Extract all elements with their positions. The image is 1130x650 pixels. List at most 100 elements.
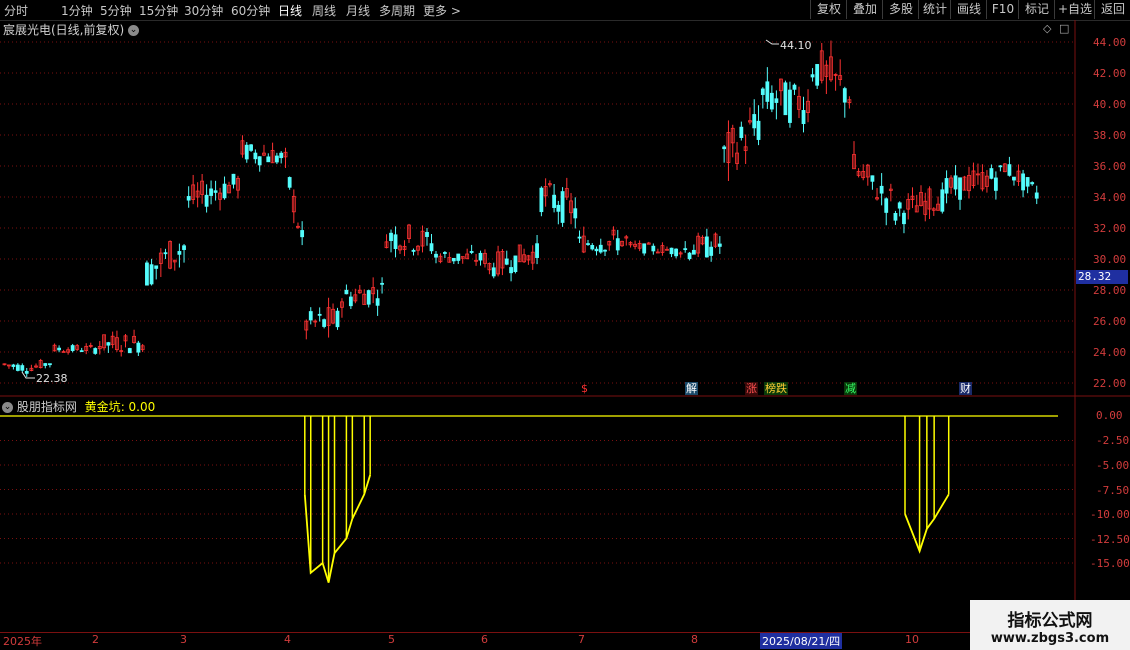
indicator-tick: -15.00 [1090, 557, 1130, 570]
candle-body [300, 230, 305, 238]
candle-body [944, 178, 949, 194]
cursor-date: 2025/08/21/四 [760, 633, 843, 649]
candle-body [434, 253, 438, 258]
candle-body [598, 244, 603, 253]
candle-body [393, 234, 398, 250]
candle-body [842, 88, 847, 103]
candle-body [287, 177, 292, 188]
candle-body [163, 252, 168, 255]
watermark: 指标公式网 www.zbgs3.com [970, 600, 1130, 650]
event-marker-reduce[interactable]: 减 [844, 382, 857, 395]
date-tick: 6 [481, 633, 488, 646]
date-axis: 2025年 2 3 4 5 6 7 8 2025/08/21/四 10 [0, 632, 1075, 649]
candle-body [509, 267, 513, 274]
price-tick: 44.00 [1093, 36, 1127, 49]
candle-body [535, 243, 539, 258]
candle-body [478, 252, 483, 261]
candle-body [953, 175, 958, 190]
candle-body [11, 364, 16, 367]
candle-body [709, 246, 714, 256]
price-tick: 24.00 [1093, 346, 1127, 359]
candle-body [577, 236, 582, 239]
candle-body [149, 264, 154, 285]
price-tick: 34.00 [1093, 191, 1127, 204]
indicator-value: 0.00 [128, 400, 156, 414]
candle-body [704, 236, 709, 258]
chevron-down-icon[interactable]: ⌄ [2, 402, 13, 413]
indicator-source: 股朋指标网 [16, 400, 77, 414]
candle-body [93, 348, 98, 354]
candle-body [15, 364, 20, 371]
candle-body [756, 120, 761, 140]
candle-body [231, 173, 236, 185]
candle-body [739, 126, 744, 138]
candle-body [683, 248, 688, 251]
candlesticks [2, 39, 1039, 379]
candle-body [642, 243, 647, 254]
price-tick: 40.00 [1093, 98, 1127, 111]
candle-body [79, 350, 84, 353]
candle-body [389, 232, 393, 242]
candle-body [244, 144, 249, 160]
candle-body [317, 313, 322, 316]
candle-body [603, 249, 607, 252]
price-tick: 38.00 [1093, 129, 1127, 142]
candle-body [177, 251, 182, 255]
candle-body [722, 146, 727, 150]
candle-body [425, 232, 429, 237]
event-marker-rank-fall[interactable]: 榜跌 [764, 382, 788, 395]
candle-body [651, 245, 656, 252]
indicator-tick: -12.50 [1090, 533, 1130, 546]
indicator-name: 黄金坑 [84, 400, 121, 414]
high-price-label: 44.10 [780, 39, 812, 52]
date-tick: 8 [691, 633, 698, 646]
candle-body [222, 183, 227, 199]
event-marker-finance[interactable]: 财 [959, 382, 972, 395]
candle-body [552, 194, 556, 208]
event-marker-dollar[interactable]: $ [580, 382, 589, 395]
candle-body [774, 98, 779, 103]
candle-body [1034, 192, 1039, 199]
candle-body [48, 363, 52, 366]
watermark-url: www.zbgs3.com [990, 631, 1110, 646]
candle-body [539, 187, 544, 213]
indicator-envelope [303, 474, 372, 583]
candle-body [590, 244, 595, 250]
candle-body [879, 185, 884, 194]
candle-body [375, 298, 380, 306]
candle-body [43, 363, 48, 366]
candle-body [998, 165, 1003, 168]
candle-body [940, 189, 945, 212]
indicator-tick: -10.00 [1090, 508, 1130, 521]
candle-body [993, 177, 998, 191]
candle-body [897, 202, 902, 209]
candle-body [1007, 164, 1012, 176]
date-tick: 5 [388, 633, 395, 646]
date-tick: 2025年 [3, 635, 42, 648]
price-tick: 22.00 [1093, 377, 1127, 390]
candle-body [20, 365, 25, 371]
candle-body [70, 345, 75, 351]
price-tick: 28.00 [1093, 284, 1127, 297]
price-tick: 30.00 [1093, 253, 1127, 266]
candle-body [958, 177, 962, 200]
candle-body [792, 84, 797, 90]
candle-body [788, 89, 792, 123]
candle-body [335, 310, 340, 328]
candle-body [106, 342, 111, 346]
candle-body [380, 282, 384, 285]
candle-body [213, 190, 218, 193]
candle-body [348, 296, 353, 307]
event-marker-rise[interactable]: 涨 [745, 382, 758, 395]
price-tick: 42.00 [1093, 67, 1127, 80]
candle-body [322, 319, 327, 327]
date-tick: 10 [905, 633, 919, 646]
date-tick: 2 [92, 633, 99, 646]
candle-body [504, 258, 509, 265]
candle-body [783, 82, 788, 116]
kline-chart[interactable] [0, 0, 1130, 650]
candle-body [556, 204, 561, 212]
candle-body [249, 144, 253, 151]
date-tick: 4 [284, 633, 291, 646]
event-marker-unlock[interactable]: 解 [685, 382, 698, 395]
